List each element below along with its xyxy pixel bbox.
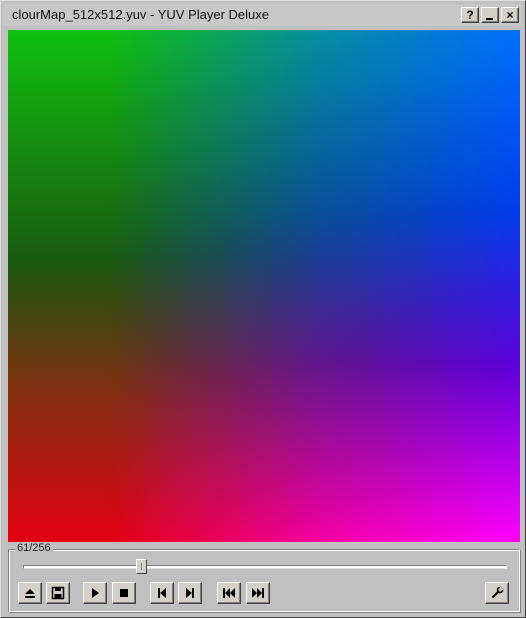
settings-wrench-icon [491, 586, 504, 599]
seek-slider-track[interactable] [23, 565, 507, 569]
video-frame-layer [8, 30, 520, 542]
minimize-button[interactable] [481, 7, 499, 23]
save-icon [51, 586, 65, 600]
skip-to-start-icon [223, 588, 235, 598]
step-back-icon [158, 588, 166, 598]
minimize-icon [486, 18, 493, 20]
window-title: clourMap_512x512.yuv - YUV Player Deluxe [12, 7, 270, 22]
eject-button[interactable] [18, 582, 42, 604]
skip-to-end-button[interactable] [246, 582, 270, 604]
close-icon: × [506, 8, 514, 22]
close-button[interactable]: × [501, 7, 519, 23]
step-forward-button[interactable] [178, 582, 202, 604]
step-back-button[interactable] [150, 582, 174, 604]
eject-icon [25, 589, 35, 598]
help-icon: ? [466, 8, 474, 22]
video-frame[interactable] [8, 30, 520, 542]
stop-button[interactable] [112, 582, 136, 604]
play-button[interactable] [83, 582, 107, 604]
skip-to-start-button[interactable] [217, 582, 241, 604]
play-icon [92, 588, 99, 598]
playback-controls-group: 61/256 [8, 542, 520, 612]
stop-icon [120, 589, 128, 597]
seek-slider-thumb[interactable] [136, 559, 147, 574]
slider-grip [141, 563, 142, 570]
save-button[interactable] [46, 582, 70, 604]
step-forward-icon [186, 588, 194, 598]
app-window: clourMap_512x512.yuv - YUV Player Deluxe… [0, 0, 526, 618]
title-bar[interactable]: clourMap_512x512.yuv - YUV Player Deluxe… [4, 4, 522, 26]
settings-button[interactable] [485, 582, 509, 604]
help-button[interactable]: ? [461, 7, 479, 23]
frame-counter: 61/256 [15, 542, 53, 554]
skip-to-end-icon [252, 588, 264, 598]
